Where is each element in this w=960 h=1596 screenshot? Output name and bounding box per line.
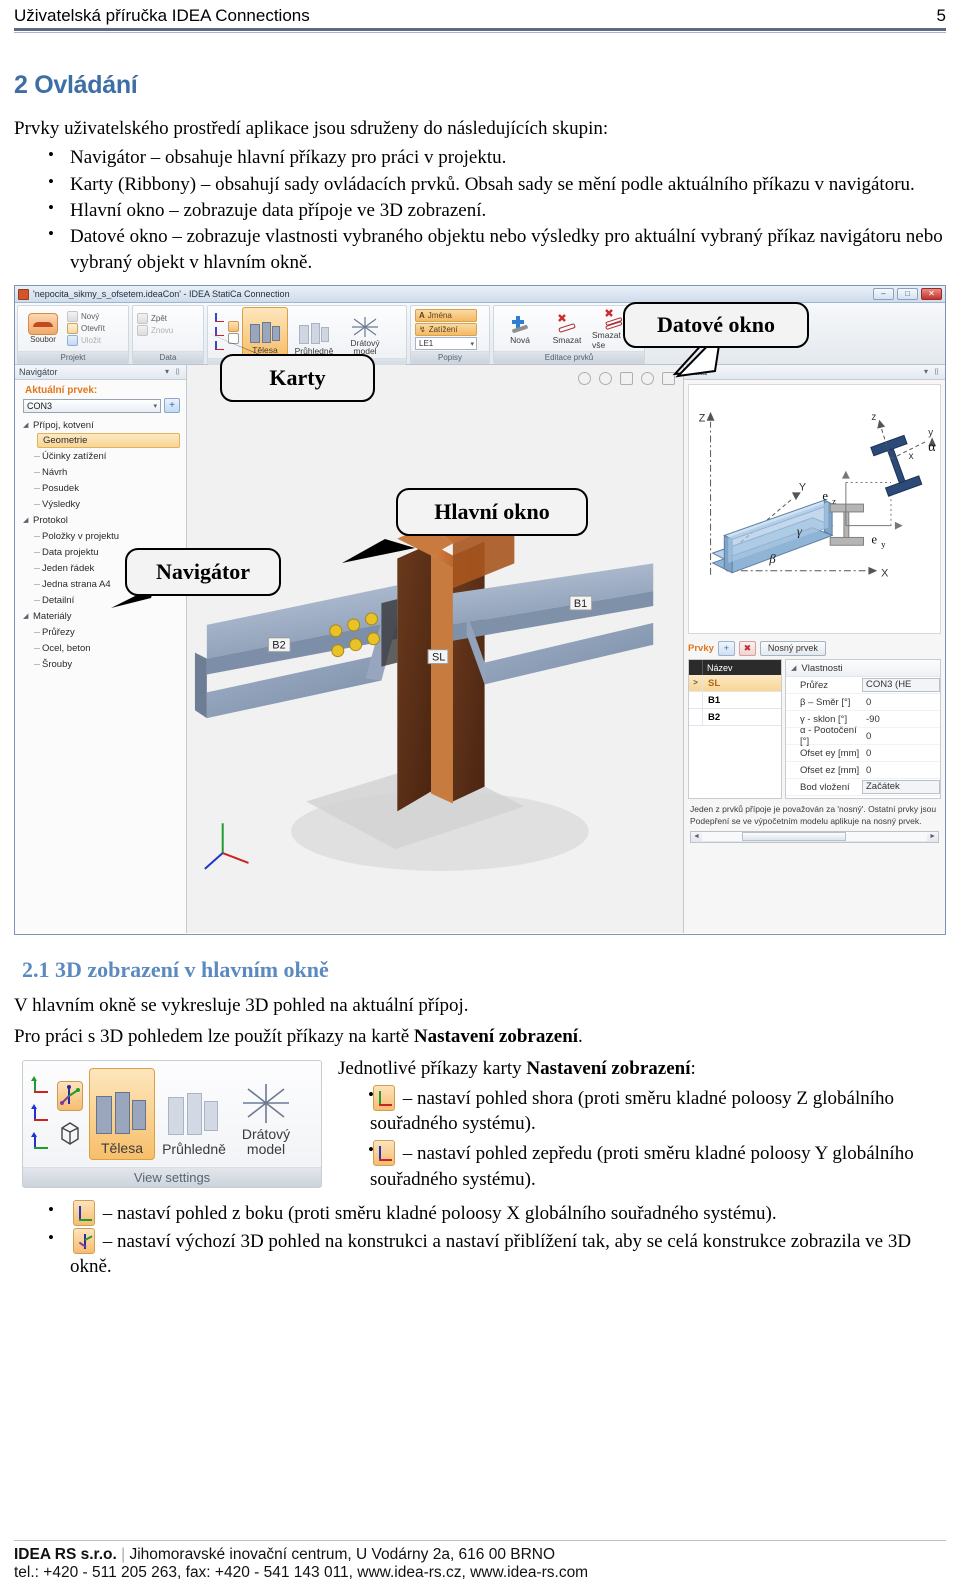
document-page: Uživatelská příručka IDEA Connections 5 … (0, 0, 960, 1596)
footer-line-2: tel.: +420 - 511 205 263, fax: +420 - 54… (14, 1564, 589, 1581)
list-item: – nastaví pohled shora (proti směru klad… (334, 1084, 946, 1137)
running-header: Uživatelská příručka IDEA Connections 5 (14, 0, 946, 26)
command-text: – nastaví pohled shora (proti směru klad… (370, 1087, 895, 1135)
mode-pruhledne-button[interactable]: Průhledně (161, 1068, 227, 1160)
callout-navigator: Navigátor (125, 548, 281, 597)
wireframe-icon (243, 1084, 289, 1124)
command-list-indented: – nastaví pohled shora (proti směru klad… (334, 1084, 946, 1137)
3d-view-buttons (57, 1080, 83, 1147)
header-title: Uživatelská příručka IDEA Connections (14, 6, 310, 25)
command-list-indented-2: – nastaví pohled zepředu (proti směru kl… (334, 1139, 946, 1192)
callout-datove-okno: Datové okno (623, 302, 809, 349)
view-side-icon (73, 1200, 95, 1227)
view-box-icon[interactable] (57, 1119, 83, 1147)
feature-bullet-list: Navigátor – obsahuje hlavní příkazy pro … (14, 144, 946, 275)
list-item: – nastaví pohled zepředu (proti směru kl… (334, 1139, 946, 1192)
mode-dratovy-button[interactable]: Drátový model (233, 1068, 299, 1160)
p3-bold: Nastavení zobrazení (526, 1057, 691, 1079)
callout-label: Datové okno (657, 312, 775, 338)
list-item: Karty (Ribbony) – obsahují sady ovládací… (14, 171, 946, 197)
list-item: – nastaví pohled z boku (proti směru kla… (14, 1199, 946, 1227)
view-3d-icon[interactable] (57, 1080, 83, 1111)
callout-label: Hlavní okno (434, 499, 550, 525)
callout-label: Navigátor (155, 559, 251, 585)
view-top-icon (373, 1084, 395, 1111)
application-screenshot: 'nepocita_sikmy_s_ofsetem.ideaCon' - IDE… (14, 285, 946, 936)
p2-post: . (578, 1026, 583, 1048)
p2-pre: Pro práci s 3D pohledem lze použít příka… (14, 1026, 414, 1048)
view-settings-ribbon-image: Tělesa Průhledně Drátový model View sett… (22, 1059, 322, 1188)
subsection-paragraph-3: Jednotlivé příkazy karty Nastavení zobra… (334, 1056, 946, 1081)
p3-post: : (690, 1057, 696, 1079)
p3-pre: Jednotlivé příkazy karty (338, 1057, 527, 1079)
page-number: 5 (936, 6, 946, 25)
footer-separator: | (121, 1546, 126, 1563)
view-top-icon[interactable] (29, 1075, 51, 1097)
company-name: IDEA RS s.r.o. (14, 1546, 117, 1563)
callout-label: Karty (269, 365, 326, 391)
subsection-paragraph-2: Pro práci s 3D pohledem lze použít příka… (14, 1024, 946, 1049)
page-footer: IDEA RS s.r.o. | Jihomoravské inovační c… (14, 1540, 946, 1582)
company-address: Jihomoravské inovační centrum, U Vodárny… (129, 1546, 556, 1563)
command-text: – nastaví pohled zepředu (proti směru kl… (370, 1143, 914, 1190)
footer-line-1: IDEA RS s.r.o. | Jihomoravské inovační c… (14, 1546, 946, 1564)
command-list: – nastaví pohled z boku (proti směru kla… (14, 1199, 946, 1280)
callout-tails (111, 329, 723, 609)
list-item: Datové okno – zobrazuje vlastnosti vybra… (14, 223, 946, 275)
intro-paragraph: Prvky uživatelského prostředí aplikace j… (14, 118, 609, 139)
callout-karty: Karty (220, 354, 375, 403)
subsection-paragraph-1: V hlavním okně se vykresluje 3D pohled n… (14, 995, 469, 1017)
view-front-icon[interactable] (29, 1103, 51, 1125)
view-3d-icon (73, 1227, 95, 1254)
callout-hlavni-okno: Hlavní okno (396, 488, 588, 537)
view-front-icon (373, 1140, 395, 1167)
mode-label: Tělesa (100, 1139, 144, 1156)
header-rule-thin (14, 32, 946, 33)
solid-model-icon (94, 1090, 150, 1138)
header-rule (14, 28, 946, 31)
list-item: Hlavní okno – zobrazuje data přípoje ve … (14, 197, 946, 223)
mode-label: Drátový model (241, 1126, 291, 1157)
list-item: – nastaví výchozí 3D pohled na konstrukc… (14, 1227, 946, 1280)
subsection-title: 2.1 3D zobrazení v hlavním okně (22, 957, 329, 983)
page-title: 2 Ovládání (14, 71, 138, 99)
transparent-model-icon (166, 1091, 222, 1139)
footer-rule (14, 1540, 946, 1541)
mode-label: Průhledně (162, 1140, 226, 1157)
mode-telesa-button[interactable]: Tělesa (89, 1067, 155, 1160)
p2-bold: Nastavení zobrazení (413, 1026, 579, 1048)
view-side-icon[interactable] (29, 1131, 51, 1153)
command-text: – nastaví výchozí 3D pohled na konstrukc… (70, 1230, 912, 1278)
view-settings-caption: View settings (23, 1166, 321, 1187)
list-item: Navigátor – obsahuje hlavní příkazy pro … (14, 144, 946, 170)
command-text: – nastaví pohled z boku (proti směru kla… (102, 1203, 777, 1225)
axis-view-buttons (29, 1075, 51, 1153)
